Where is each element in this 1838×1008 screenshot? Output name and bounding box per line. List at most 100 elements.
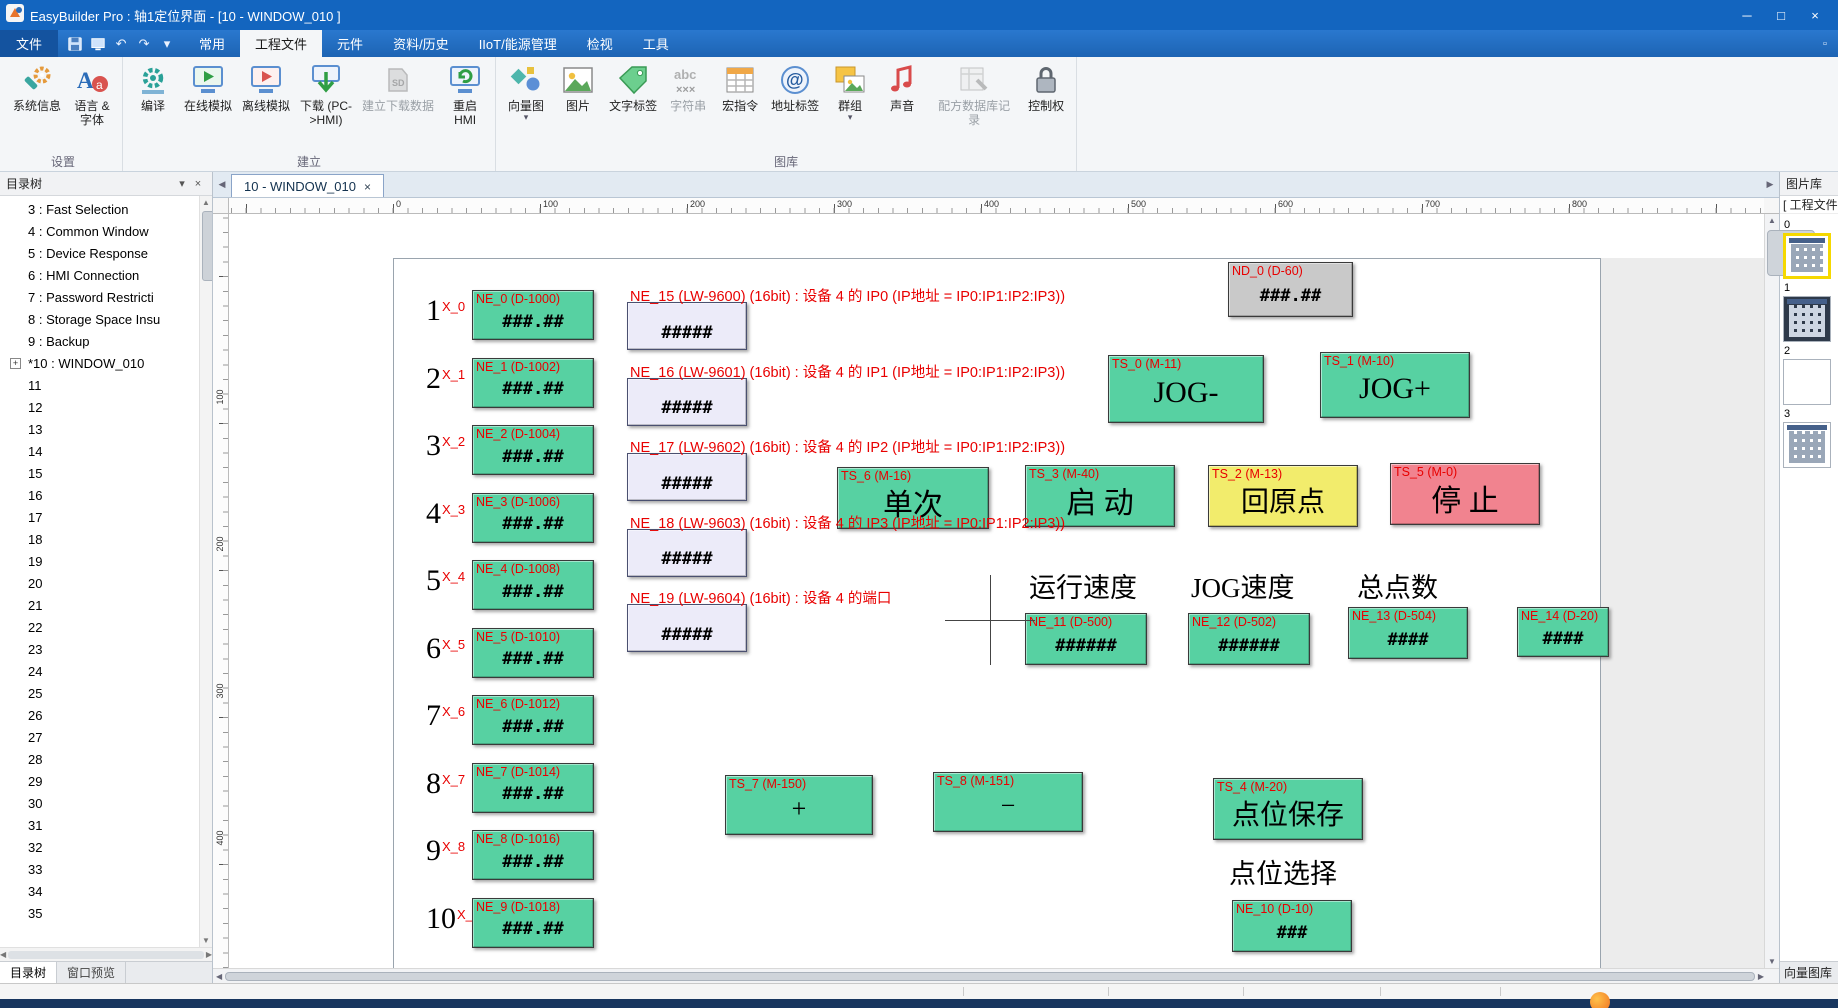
- ribbon-item-control-token[interactable]: 控制权: [1020, 60, 1072, 115]
- numeric-display-NE_18[interactable]: #####: [627, 529, 747, 577]
- file-menu-button[interactable]: 文件: [0, 30, 58, 57]
- ribbon-item-download-pc-hmi[interactable]: 下载 (PC- >HMI): [295, 60, 357, 129]
- ribbon-item-online-simulation[interactable]: 在线模拟: [179, 60, 237, 115]
- scrollbar-thumb[interactable]: [202, 211, 212, 281]
- hmi-button-TS_2[interactable]: TS_2 (M-13)回原点: [1208, 465, 1358, 527]
- numeric-display-NE_3[interactable]: NE_3 (D-1006)###.##: [472, 493, 594, 543]
- library-thumbnail[interactable]: [1783, 296, 1831, 342]
- numeric-display-NE_8[interactable]: NE_8 (D-1016)###.##: [472, 830, 594, 880]
- ribbon-tab-常用[interactable]: 常用: [184, 30, 240, 57]
- tree-item[interactable]: 7 : Password Restricti: [0, 287, 212, 309]
- canvas-vertical-scrollbar[interactable]: ▲ ▼: [1764, 214, 1779, 968]
- numeric-display-NE_12[interactable]: NE_12 (D-502)######: [1188, 613, 1310, 665]
- ribbon-item-address-tag[interactable]: @地址标签: [766, 60, 824, 115]
- mdi-restore-icon[interactable]: ▫: [1812, 30, 1838, 57]
- library-item-3[interactable]: 3: [1783, 408, 1838, 468]
- tab-scroll-right-icon[interactable]: ▶: [1761, 179, 1779, 190]
- ribbon-tab-元件[interactable]: 元件: [322, 30, 378, 57]
- scroll-up-icon[interactable]: ▲: [1765, 216, 1779, 225]
- tree-item[interactable]: 19: [0, 551, 212, 573]
- tree-horizontal-scrollbar[interactable]: ◀▶: [0, 947, 212, 961]
- numeric-display-NE_9[interactable]: NE_9 (D-1018)###.##: [472, 898, 594, 948]
- tab-scroll-left-icon[interactable]: ◀: [213, 179, 231, 190]
- tree-item[interactable]: 25: [0, 683, 212, 705]
- close-button[interactable]: ×: [1798, 3, 1832, 27]
- ribbon-item-text-label[interactable]: 文字标签: [604, 60, 662, 115]
- hmi-button-TS_0[interactable]: TS_0 (M-11)JOG-: [1108, 355, 1264, 423]
- close-panel-icon[interactable]: ×: [190, 178, 206, 190]
- hmi-button-TS_7[interactable]: TS_7 (M-150)+: [725, 775, 873, 835]
- scroll-up-icon[interactable]: ▲: [200, 198, 212, 207]
- chevron-down-icon[interactable]: ▾: [174, 177, 190, 190]
- numeric-display-NE_6[interactable]: NE_6 (D-1012)###.##: [472, 695, 594, 745]
- tree-item[interactable]: 16: [0, 485, 212, 507]
- ribbon-tab-资料/历史[interactable]: 资料/历史: [378, 30, 464, 57]
- tree-item[interactable]: 34: [0, 881, 212, 903]
- ribbon-tab-工程文件[interactable]: 工程文件: [240, 30, 322, 57]
- expand-icon[interactable]: +: [10, 358, 21, 369]
- numeric-display-NE_0[interactable]: NE_0 (D-1000)###.##: [472, 290, 594, 340]
- design-canvas[interactable]: 1X_0NE_0 (D-1000)###.##2X_1NE_1 (D-1002)…: [229, 214, 1764, 968]
- ribbon-item-language-font[interactable]: Aa语言 & 字体: [66, 60, 118, 129]
- tree-item[interactable]: 33: [0, 859, 212, 881]
- ribbon-tab-检视[interactable]: 检视: [572, 30, 628, 57]
- tree-item[interactable]: 32: [0, 837, 212, 859]
- undo-icon[interactable]: ↶: [112, 35, 130, 53]
- preview-icon[interactable]: [89, 35, 107, 53]
- ribbon-tab-IIoT/能源管理[interactable]: IIoT/能源管理: [464, 30, 572, 57]
- panel-tab-目录树[interactable]: 目录树: [0, 962, 57, 983]
- tree-item[interactable]: 29: [0, 771, 212, 793]
- tree-item[interactable]: 14: [0, 441, 212, 463]
- scrollbar-thumb[interactable]: [225, 972, 1755, 981]
- tree-item[interactable]: 11: [0, 375, 212, 397]
- ribbon-item-vector-graphics[interactable]: 向量图▾: [500, 60, 552, 124]
- numeric-display-NE_16[interactable]: #####: [627, 378, 747, 426]
- tree-item[interactable]: 6 : HMI Connection: [0, 265, 212, 287]
- ribbon-item-macro[interactable]: 宏指令: [714, 60, 766, 115]
- tree-item[interactable]: 23: [0, 639, 212, 661]
- tree-item[interactable]: 8 : Storage Space Insu: [0, 309, 212, 331]
- tree-vertical-scrollbar[interactable]: ▲▼: [199, 196, 212, 947]
- numeric-display-NE_15[interactable]: #####: [627, 302, 747, 350]
- ribbon-tab-工具[interactable]: 工具: [628, 30, 684, 57]
- ribbon-item-group-library[interactable]: 群组▾: [824, 60, 876, 124]
- scroll-left-icon[interactable]: ◀: [216, 972, 222, 981]
- tree-item[interactable]: 3 : Fast Selection: [0, 199, 212, 221]
- tree-item[interactable]: 21: [0, 595, 212, 617]
- numeric-display-NE_11[interactable]: NE_11 (D-500)######: [1025, 613, 1147, 665]
- library-item-2[interactable]: 2: [1783, 345, 1838, 405]
- numeric-display-NE_4[interactable]: NE_4 (D-1008)###.##: [472, 560, 594, 610]
- tree-item[interactable]: 28: [0, 749, 212, 771]
- library-thumbnail[interactable]: [1783, 233, 1831, 279]
- vector-library-tab[interactable]: 向量图库: [1780, 961, 1838, 983]
- tree-item[interactable]: 9 : Backup: [0, 331, 212, 353]
- caret-down-icon[interactable]: ▾: [158, 35, 176, 53]
- tree-item[interactable]: 12: [0, 397, 212, 419]
- canvas-horizontal-scrollbar[interactable]: ◀ ▶: [213, 968, 1779, 983]
- tree-item[interactable]: 24: [0, 661, 212, 683]
- minimize-button[interactable]: ─: [1730, 3, 1764, 27]
- tree-item[interactable]: 27: [0, 727, 212, 749]
- tree-item[interactable]: +*10 : WINDOW_010: [0, 353, 212, 375]
- library-item-0[interactable]: 0: [1783, 219, 1838, 279]
- tree-item[interactable]: 26: [0, 705, 212, 727]
- library-thumbnail[interactable]: [1783, 422, 1831, 468]
- numeric-display-ND_0[interactable]: ND_0 (D-60)###.##: [1228, 262, 1353, 317]
- window-tab[interactable]: 10 - WINDOW_010 ×: [231, 174, 384, 197]
- ribbon-item-system-info[interactable]: 系统信息: [8, 60, 66, 115]
- ribbon-item-picture[interactable]: 图片: [552, 60, 604, 115]
- hmi-button-TS_4[interactable]: TS_4 (M-20)点位保存: [1213, 778, 1363, 840]
- tree-item[interactable]: 13: [0, 419, 212, 441]
- numeric-display-NE_10[interactable]: NE_10 (D-10)###: [1232, 900, 1352, 952]
- ribbon-item-offline-simulation[interactable]: 离线模拟: [237, 60, 295, 115]
- ribbon-item-reboot-hmi[interactable]: 重启 HMI: [439, 60, 491, 129]
- tab-close-icon[interactable]: ×: [364, 180, 371, 194]
- library-thumbnail[interactable]: [1783, 359, 1831, 405]
- hmi-button-TS_1[interactable]: TS_1 (M-10)JOG+: [1320, 352, 1470, 418]
- tree-item[interactable]: 4 : Common Window: [0, 221, 212, 243]
- scroll-down-icon[interactable]: ▼: [1765, 957, 1779, 966]
- save-icon[interactable]: [66, 35, 84, 53]
- numeric-display-NE_1[interactable]: NE_1 (D-1002)###.##: [472, 358, 594, 408]
- numeric-display-NE_7[interactable]: NE_7 (D-1014)###.##: [472, 763, 594, 813]
- panel-tab-窗口预览[interactable]: 窗口预览: [57, 962, 126, 983]
